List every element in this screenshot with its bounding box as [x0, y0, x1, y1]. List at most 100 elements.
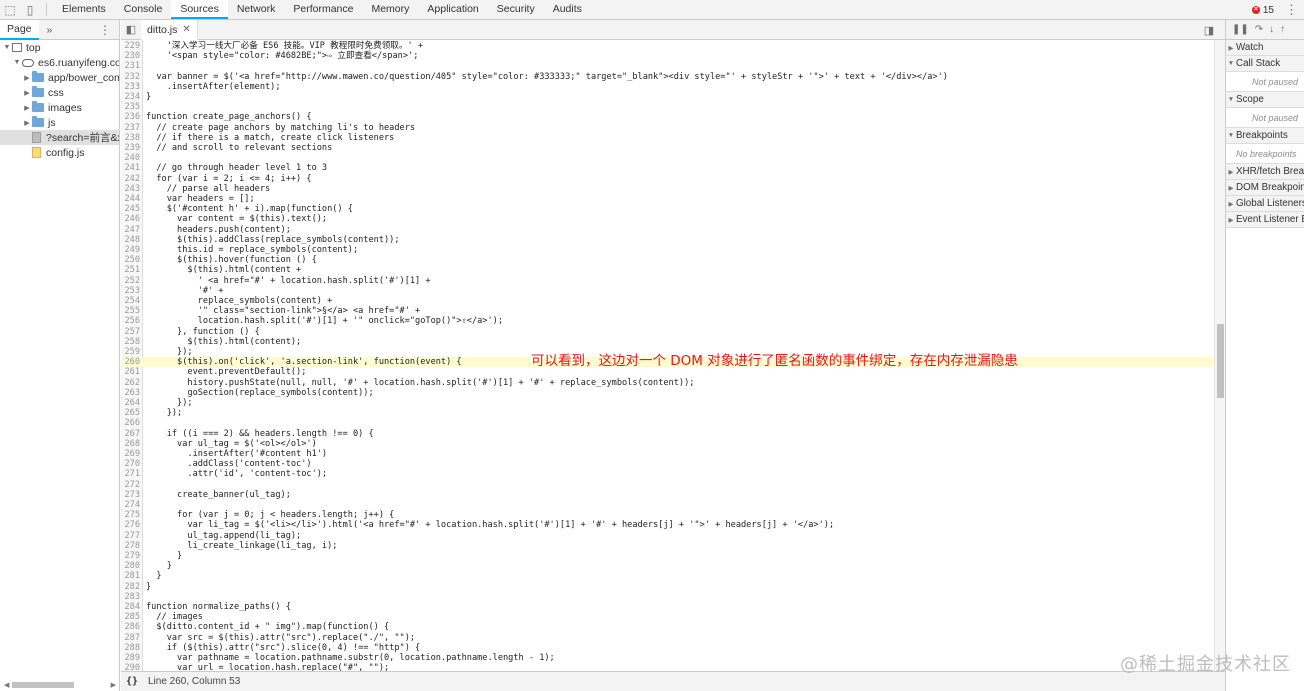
- code-line[interactable]: 246 var content = $(this).text();: [121, 214, 1213, 224]
- line-number[interactable]: 266: [121, 418, 141, 428]
- line-number[interactable]: 289: [121, 653, 141, 663]
- code-line[interactable]: 285 // images: [121, 612, 1213, 622]
- error-counter[interactable]: × 15: [1251, 0, 1274, 20]
- code-line[interactable]: 242 for (var i = 2; i <= 4; i++) {: [121, 174, 1213, 184]
- code-line[interactable]: 258 $(this).html(content);: [121, 337, 1213, 347]
- code-line[interactable]: 273 create_banner(ul_tag);: [121, 490, 1213, 500]
- code-line[interactable]: 253 '#' +: [121, 286, 1213, 296]
- code-line[interactable]: 276 var li_tag = $('<li></li>').html('<a…: [121, 520, 1213, 530]
- line-number[interactable]: 270: [121, 459, 141, 469]
- line-number[interactable]: 285: [121, 612, 141, 622]
- code-line[interactable]: 272: [121, 480, 1213, 490]
- tree-item[interactable]: ▶ app/bower_compone: [0, 70, 119, 85]
- line-number[interactable]: 247: [121, 225, 141, 235]
- code-line[interactable]: 238 // if there is a match, create click…: [121, 133, 1213, 143]
- line-number[interactable]: 274: [121, 500, 141, 510]
- pretty-print-button[interactable]: {}: [121, 676, 143, 687]
- code-line[interactable]: 257 }, function () {: [121, 327, 1213, 337]
- section-watch[interactable]: ▶ Watch: [1226, 40, 1304, 56]
- line-number[interactable]: 284: [121, 602, 141, 612]
- close-tab-icon[interactable]: ✕: [182, 24, 190, 35]
- inspect-element-icon[interactable]: ⬚: [0, 0, 20, 19]
- line-number[interactable]: 246: [121, 214, 141, 224]
- tab-memory[interactable]: Memory: [362, 0, 418, 19]
- navigator-menu-icon[interactable]: ⋮: [99, 23, 111, 37]
- code-line[interactable]: 271 .attr('id', 'content-toc');: [121, 469, 1213, 479]
- line-number[interactable]: 235: [121, 102, 141, 112]
- code-line[interactable]: 236 function create_page_anchors() {: [121, 112, 1213, 122]
- collapsed-arrow-icon[interactable]: ▶: [1226, 44, 1236, 52]
- line-number[interactable]: 259: [121, 347, 141, 357]
- tree-item[interactable]: ▼ top: [0, 40, 119, 55]
- tree-item[interactable]: ▶ images: [0, 100, 119, 115]
- line-number[interactable]: 236: [121, 112, 141, 122]
- section-global-listeners[interactable]: ▶ Global Listeners: [1226, 196, 1304, 212]
- section-event-listener-breakpoints[interactable]: ▶Event Listener Breakpoints: [1226, 212, 1304, 228]
- line-number[interactable]: 250: [121, 255, 141, 265]
- code-line[interactable]: 256 location.hash.split('#')[1] + '" onc…: [121, 316, 1213, 326]
- line-number[interactable]: 232: [121, 72, 141, 82]
- line-number[interactable]: 243: [121, 184, 141, 194]
- toggle-debugger-icon[interactable]: ◨: [1199, 20, 1219, 40]
- line-number[interactable]: 240: [121, 153, 141, 163]
- device-toolbar-icon[interactable]: ▯: [20, 0, 40, 19]
- line-number[interactable]: 242: [121, 174, 141, 184]
- tab-security[interactable]: Security: [488, 0, 544, 19]
- line-number[interactable]: 271: [121, 469, 141, 479]
- line-number[interactable]: 267: [121, 429, 141, 439]
- line-number[interactable]: 275: [121, 510, 141, 520]
- collapsed-arrow-icon[interactable]: ▶: [1226, 168, 1236, 176]
- code-line[interactable]: 279 }: [121, 551, 1213, 561]
- scrollbar-thumb[interactable]: [12, 682, 74, 688]
- step-out-icon[interactable]: ↑: [1280, 24, 1285, 35]
- code-line[interactable]: 267 if ((i === 2) && headers.length !== …: [121, 429, 1213, 439]
- code-line[interactable]: 243 // parse all headers: [121, 184, 1213, 194]
- more-options-icon[interactable]: ⋮: [1285, 0, 1298, 20]
- navigator-horizontal-scrollbar[interactable]: ◀ ▶: [4, 681, 116, 689]
- line-number[interactable]: 277: [121, 531, 141, 541]
- code-line[interactable]: 288 if ($(this).attr("src").slice(0, 4) …: [121, 643, 1213, 653]
- line-number[interactable]: 260: [121, 357, 141, 367]
- code-line[interactable]: 237 // create page anchors by matching l…: [121, 123, 1213, 133]
- line-number[interactable]: 286: [121, 622, 141, 632]
- line-number[interactable]: 244: [121, 194, 141, 204]
- code-line[interactable]: 248 $(this).addClass(replace_symbols(con…: [121, 235, 1213, 245]
- line-number[interactable]: 237: [121, 123, 141, 133]
- line-number[interactable]: 280: [121, 561, 141, 571]
- code-line[interactable]: 250 $(this).hover(function () {: [121, 255, 1213, 265]
- line-number[interactable]: 238: [121, 133, 141, 143]
- code-line[interactable]: 229 '深入学习一线大厂必备 ES6 技能。VIP 教程限时免费领取。' +: [121, 41, 1213, 51]
- code-line[interactable]: 265 });: [121, 408, 1213, 418]
- code-view[interactable]: 229 '深入学习一线大厂必备 ES6 技能。VIP 教程限时免费领取。' +2…: [121, 40, 1213, 689]
- expanded-arrow-icon[interactable]: ▼: [1226, 60, 1236, 67]
- more-tabs-icon[interactable]: »: [47, 24, 53, 36]
- code-line[interactable]: 269 .insertAfter('#content h1'): [121, 449, 1213, 459]
- line-number[interactable]: 239: [121, 143, 141, 153]
- line-number[interactable]: 272: [121, 480, 141, 490]
- expanded-arrow-icon[interactable]: ▼: [2, 44, 12, 51]
- code-line[interactable]: 284 function normalize_paths() {: [121, 602, 1213, 612]
- scroll-left-icon[interactable]: ◀: [4, 681, 9, 689]
- line-number[interactable]: 249: [121, 245, 141, 255]
- tab-network[interactable]: Network: [228, 0, 285, 19]
- code-line[interactable]: 264 });: [121, 398, 1213, 408]
- line-number[interactable]: 263: [121, 388, 141, 398]
- code-line[interactable]: 234}: [121, 92, 1213, 102]
- code-line[interactable]: 251 $(this).html(content +: [121, 265, 1213, 275]
- code-line[interactable]: 235: [121, 102, 1213, 112]
- line-number[interactable]: 287: [121, 633, 141, 643]
- line-number[interactable]: 229: [121, 41, 141, 51]
- line-number[interactable]: 257: [121, 327, 141, 337]
- editor-vertical-scrollbar[interactable]: [1214, 40, 1225, 689]
- line-number[interactable]: 241: [121, 163, 141, 173]
- tab-console[interactable]: Console: [115, 0, 172, 19]
- line-number[interactable]: 252: [121, 276, 141, 286]
- tree-item[interactable]: ▶ js: [0, 115, 119, 130]
- line-number[interactable]: 273: [121, 490, 141, 500]
- collapsed-arrow-icon[interactable]: ▶: [1226, 184, 1236, 192]
- code-line[interactable]: 275 for (var j = 0; j < headers.length; …: [121, 510, 1213, 520]
- line-number[interactable]: 281: [121, 571, 141, 581]
- code-line[interactable]: 280 }: [121, 561, 1213, 571]
- code-line[interactable]: 286 $(ditto.content_id + " img").map(fun…: [121, 622, 1213, 632]
- code-line[interactable]: 254 replace_symbols(content) +: [121, 296, 1213, 306]
